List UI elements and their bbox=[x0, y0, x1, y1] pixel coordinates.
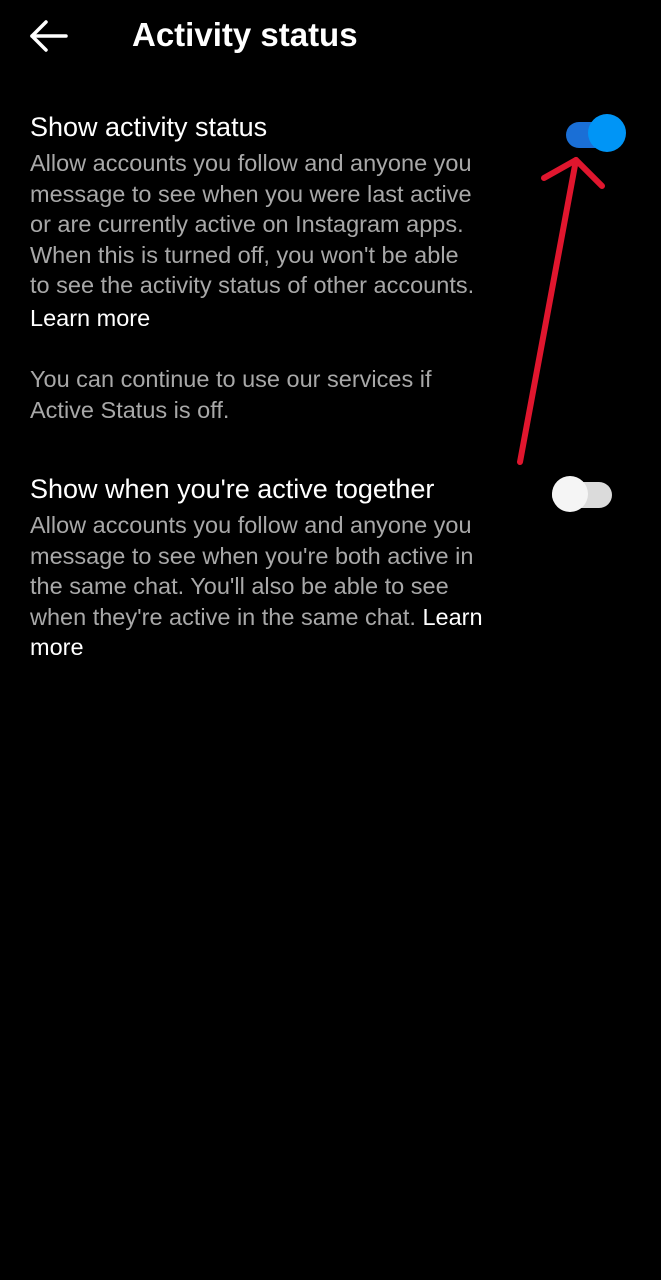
page-title: Activity status bbox=[132, 16, 358, 53]
description-line: when they're active in the same chat. Le… bbox=[30, 602, 530, 633]
description-line: to see the activity status of other acco… bbox=[30, 272, 475, 298]
toggle-knob bbox=[588, 114, 626, 152]
active-together-title: Show when you're active together bbox=[30, 474, 435, 504]
description-line: Allow accounts you follow and anyone you bbox=[30, 512, 472, 538]
description-line: the same chat. You'll also be able to se… bbox=[30, 573, 449, 599]
show-activity-status-title: Show activity status bbox=[30, 112, 268, 142]
description-line: When this is turned off, you won't be ab… bbox=[30, 241, 459, 268]
active-together-description: Allow accounts you follow and anyone you… bbox=[30, 510, 530, 663]
description-line-text: when they're active in the same chat. bbox=[30, 603, 416, 630]
header-bar: Activity status bbox=[0, 0, 661, 72]
description-line: or are currently active on Instagram app… bbox=[30, 211, 464, 237]
activity-status-description: Allow accounts you follow and anyone you… bbox=[30, 148, 530, 301]
back-button[interactable] bbox=[22, 12, 78, 60]
activity-status-note: You can continue to use our services if … bbox=[30, 364, 432, 425]
activity-status-toggle[interactable] bbox=[566, 114, 626, 152]
learn-more-link-continuation[interactable]: more bbox=[30, 632, 530, 663]
toggle-knob bbox=[552, 476, 588, 512]
note-line: Active Status is off. bbox=[30, 396, 230, 423]
note-line: You can continue to use our services if bbox=[30, 366, 432, 392]
learn-more-link[interactable]: Learn more bbox=[30, 303, 150, 333]
active-together-toggle[interactable] bbox=[552, 476, 612, 514]
arrow-left-icon bbox=[30, 20, 68, 52]
description-line: message to see when you're both active i… bbox=[30, 542, 474, 569]
description-line: message to see when you were last active bbox=[30, 180, 472, 207]
learn-more-link[interactable]: Learn bbox=[422, 604, 482, 630]
description-line: Allow accounts you follow and anyone you bbox=[30, 150, 472, 176]
